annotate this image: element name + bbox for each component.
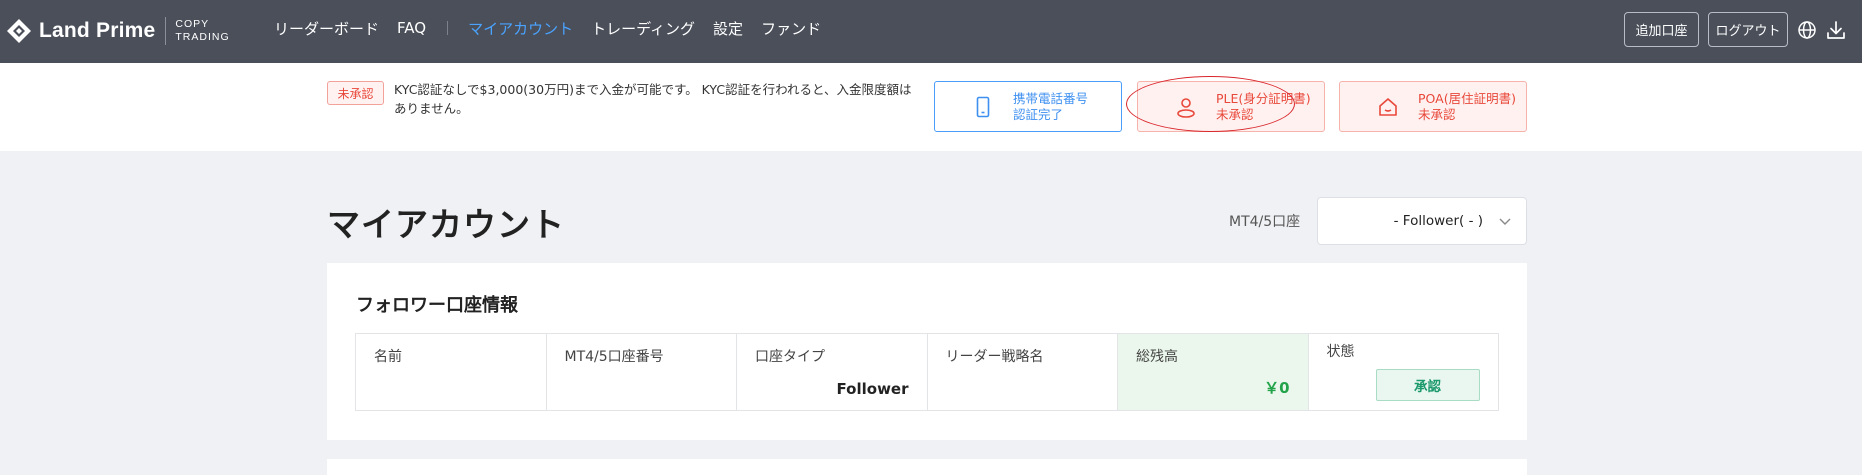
person-icon: [1177, 97, 1195, 118]
kyc-address-title: POA(居住証明書): [1418, 90, 1516, 106]
kyc-phone-card[interactable]: 携帯電話番号 認証完了: [934, 81, 1122, 132]
cell-total-balance-value: ￥0: [1264, 379, 1290, 397]
kyc-address-label: POA(居住証明書) 未承認: [1418, 91, 1516, 123]
kyc-status-badge: 未承認: [327, 81, 384, 105]
account-select[interactable]: - Follower( - ): [1317, 197, 1527, 245]
chevron-down-icon: [1499, 218, 1511, 225]
kyc-message: KYC認証なしで$3,000(30万円)まで入金が可能です。 KYC認証を行われ…: [394, 82, 912, 116]
secondary-panel: [327, 459, 1527, 475]
nav-leaderboard[interactable]: リーダーボード: [274, 18, 379, 39]
nav-my-account[interactable]: マイアカウント: [468, 18, 573, 39]
main-nav: リーダーボード FAQ マイアカウント トレーディング 設定 ファンド: [274, 0, 839, 56]
nav-faq[interactable]: FAQ: [397, 19, 426, 37]
kyc-id-status: 未承認: [1216, 106, 1254, 122]
cell-total-balance-header: 総残高: [1136, 349, 1178, 365]
follower-account-panel: フォロワー口座情報 名前 MT4/5口座番号 口座タイプ Follower リー…: [327, 263, 1527, 440]
cell-account-type-header: 口座タイプ: [755, 349, 825, 365]
page-title: マイアカウント: [327, 205, 565, 244]
kyc-phone-title: 携帯電話番号: [1013, 90, 1089, 106]
cell-name-header: 名前: [374, 349, 402, 365]
nav-trading[interactable]: トレーディング: [591, 18, 695, 39]
home-icon: [1379, 97, 1397, 116]
add-account-button[interactable]: 追加口座: [1624, 12, 1699, 47]
cell-status-header: 状態: [1326, 344, 1355, 360]
kyc-phone-label: 携帯電話番号 認証完了: [1013, 91, 1088, 123]
logo-text: Land Prime: [39, 19, 156, 42]
kyc-address-card[interactable]: POA(居住証明書) 未承認: [1339, 81, 1527, 132]
cell-account-number: MT4/5口座番号: [547, 334, 737, 410]
panel-title: フォロワー口座情報: [356, 295, 518, 316]
logo-subtitle-line1: COPY: [175, 18, 210, 30]
cell-status: 状態 承認: [1309, 334, 1499, 410]
nav-settings[interactable]: 設定: [713, 18, 743, 39]
logo-subtitle: COPY TRADING: [175, 18, 229, 44]
download-icon[interactable]: [1826, 20, 1846, 40]
cell-leader-strategy-header: リーダー戦略名: [945, 349, 1044, 365]
kyc-id-title: PLE(身分証明書): [1216, 90, 1311, 106]
logo-subtitle-line2: TRADING: [175, 31, 230, 43]
kyc-id-card[interactable]: PLE(身分証明書) 未承認: [1137, 81, 1325, 132]
status-badge: 承認: [1375, 369, 1480, 401]
globe-icon[interactable]: [1797, 20, 1817, 40]
logout-button[interactable]: ログアウト: [1708, 12, 1788, 47]
logo-divider: [165, 17, 167, 45]
kyc-notice-bar: 未承認 KYC認証なしで$3,000(30万円)まで入金が可能です。 KYC認証…: [0, 63, 1862, 151]
cell-account-number-header: MT4/5口座番号: [564, 349, 664, 365]
cell-leader-strategy: リーダー戦略名: [928, 334, 1118, 410]
nav-divider: [447, 21, 449, 35]
account-info-grid: 名前 MT4/5口座番号 口座タイプ Follower リーダー戦略名 総残高 …: [355, 333, 1499, 411]
mobile-phone-icon: [976, 96, 990, 117]
top-header: Land Prime COPY TRADING リーダーボード FAQ マイアカ…: [0, 0, 1862, 63]
cell-account-type-value: Follower: [836, 380, 909, 398]
cell-total-balance: 総残高 ￥0: [1118, 334, 1309, 410]
nav-fund[interactable]: ファンド: [761, 18, 821, 39]
kyc-id-label: PLE(身分証明書) 未承認: [1216, 91, 1311, 123]
land-prime-logo-icon: [7, 19, 31, 43]
account-select-label: MT4/5口座: [1229, 214, 1301, 230]
account-select-value: - Follower( - ): [1393, 213, 1483, 229]
kyc-address-status: 未承認: [1418, 106, 1456, 122]
cell-name: 名前: [356, 334, 547, 410]
kyc-phone-status: 認証完了: [1013, 106, 1064, 122]
logo[interactable]: Land Prime COPY TRADING: [6, 16, 230, 46]
cell-account-type: 口座タイプ Follower: [737, 334, 928, 410]
